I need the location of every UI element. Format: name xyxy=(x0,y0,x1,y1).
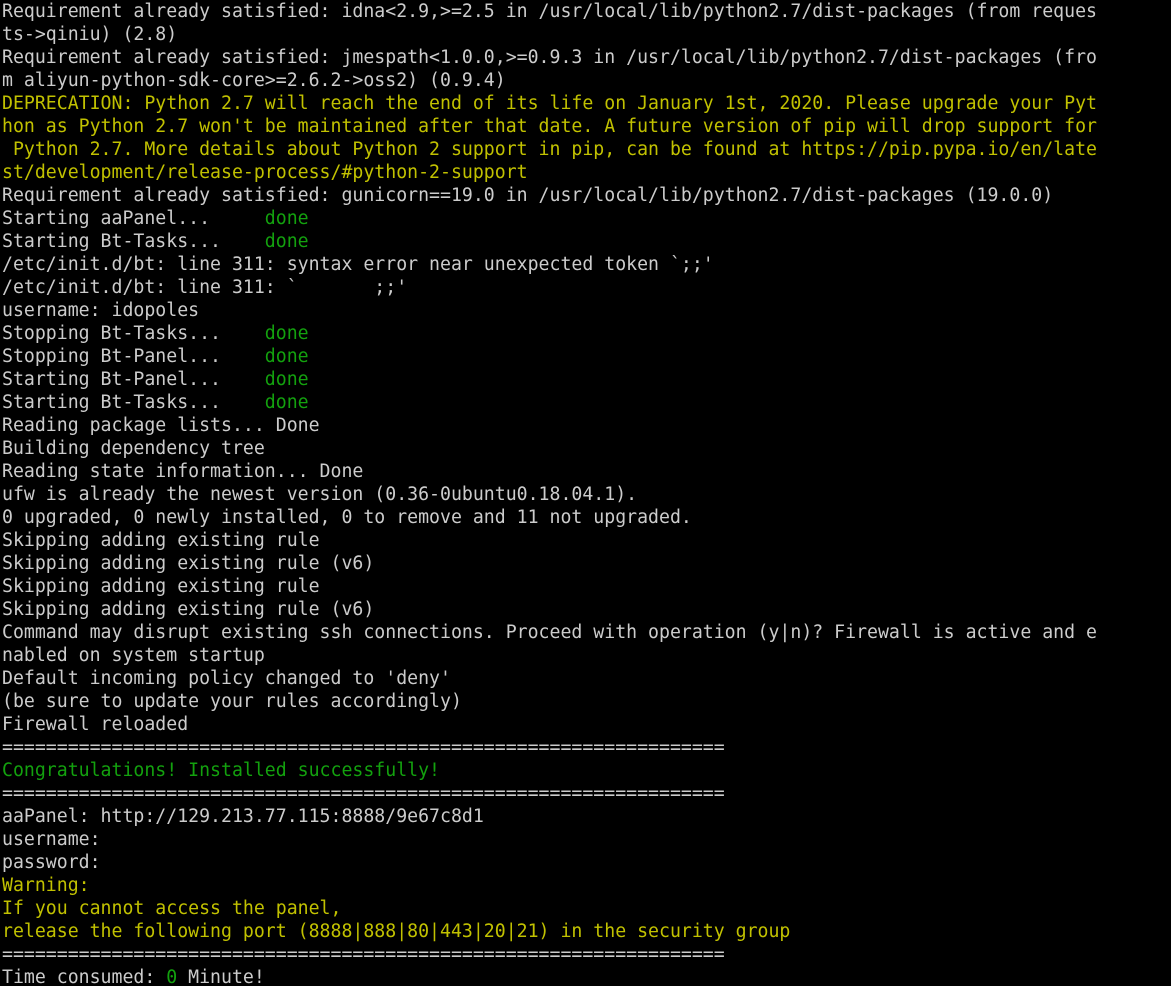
terminal-text: /etc/init.d/bt: line 311: ` ;;' xyxy=(2,277,408,298)
terminal-line: Starting Bt-Panel... done xyxy=(2,368,1171,391)
terminal-text: Congratulations! Installed successfully! xyxy=(2,760,440,781)
terminal-text: Minute! xyxy=(177,967,265,986)
terminal-line: password: xyxy=(2,851,1171,874)
terminal-text: ========================================… xyxy=(2,944,725,965)
terminal-text: release the following port (8888|888|80|… xyxy=(2,921,791,942)
terminal-line: DEPRECATION: Python 2.7 will reach the e… xyxy=(2,92,1171,115)
terminal-line: Requirement already satisfied: gunicorn=… xyxy=(2,184,1171,207)
terminal-line: /etc/init.d/bt: line 311: ` ;;' xyxy=(2,276,1171,299)
terminal-text: DEPRECATION: Python 2.7 will reach the e… xyxy=(2,93,1097,114)
terminal-text: Stopping Bt-Panel... xyxy=(2,346,265,367)
terminal-text: done xyxy=(264,208,309,229)
terminal-text: Requirement already satisfied: idna<2.9,… xyxy=(2,1,1097,22)
terminal-text: done xyxy=(264,231,309,252)
terminal-text: Skipping adding existing rule (v6) xyxy=(2,599,375,620)
terminal-line: hon as Python 2.7 won't be maintained af… xyxy=(2,115,1171,138)
terminal-line: st/development/release-process/#python-2… xyxy=(2,161,1171,184)
terminal-line: m aliyun-python-sdk-core>=2.6.2->oss2) (… xyxy=(2,69,1171,92)
terminal-line: (be sure to update your rules accordingl… xyxy=(2,690,1171,713)
terminal-line: Requirement already satisfied: jmespath<… xyxy=(2,46,1171,69)
terminal-line: ts->qiniu) (2.8) xyxy=(2,23,1171,46)
terminal-text: Starting aaPanel... xyxy=(2,208,265,229)
terminal-line: ========================================… xyxy=(2,736,1171,759)
terminal-text: done xyxy=(264,346,309,367)
terminal-text: ========================================… xyxy=(2,783,725,804)
terminal-text: Default incoming policy changed to 'deny… xyxy=(2,668,451,689)
terminal-line: Default incoming policy changed to 'deny… xyxy=(2,667,1171,690)
terminal-text: done xyxy=(264,392,309,413)
terminal-line: Stopping Bt-Panel... done xyxy=(2,345,1171,368)
terminal-text: Skipping adding existing rule xyxy=(2,530,320,551)
terminal-line: Building dependency tree xyxy=(2,437,1171,460)
terminal-line: Congratulations! Installed successfully! xyxy=(2,759,1171,782)
terminal-line: aaPanel: http://129.213.77.115:8888/9e67… xyxy=(2,805,1171,828)
terminal-text: Requirement already satisfied: jmespath<… xyxy=(2,47,1097,68)
terminal-text: st/development/release-process/#python-2… xyxy=(2,162,528,183)
terminal-text: done xyxy=(264,323,309,344)
terminal-text: Reading state information... Done xyxy=(2,461,364,482)
terminal-line: release the following port (8888|888|80|… xyxy=(2,920,1171,943)
terminal-line: Skipping adding existing rule (v6) xyxy=(2,598,1171,621)
terminal-text: m aliyun-python-sdk-core>=2.6.2->oss2) (… xyxy=(2,70,506,91)
terminal-line: Command may disrupt existing ssh connect… xyxy=(2,621,1171,644)
terminal-text: username: xyxy=(2,829,101,850)
terminal-text: (be sure to update your rules accordingl… xyxy=(2,691,462,712)
terminal-text: Building dependency tree xyxy=(2,438,265,459)
terminal-line: Firewall reloaded xyxy=(2,713,1171,736)
terminal-line: Starting Bt-Tasks... done xyxy=(2,391,1171,414)
terminal-line: Starting Bt-Tasks... done xyxy=(2,230,1171,253)
terminal-text: Stopping Bt-Tasks... xyxy=(2,323,265,344)
terminal-text: nabled on system startup xyxy=(2,645,265,666)
terminal-line: ========================================… xyxy=(2,782,1171,805)
terminal-line: Requirement already satisfied: idna<2.9,… xyxy=(2,0,1171,23)
terminal-line: Stopping Bt-Tasks... done xyxy=(2,322,1171,345)
terminal-text: 0 xyxy=(166,967,178,986)
terminal-text: Firewall reloaded xyxy=(2,714,189,735)
terminal-text: /etc/init.d/bt: line 311: syntax error n… xyxy=(2,254,714,275)
terminal-line: ========================================… xyxy=(2,943,1171,966)
terminal-line: username: xyxy=(2,828,1171,851)
terminal-text: Warning: xyxy=(2,875,90,896)
terminal-text: 0 upgraded, 0 newly installed, 0 to remo… xyxy=(2,507,692,528)
terminal-line: Skipping adding existing rule (v6) xyxy=(2,552,1171,575)
terminal-line: Reading state information... Done xyxy=(2,460,1171,483)
terminal-text: Command may disrupt existing ssh connect… xyxy=(2,622,1097,643)
terminal-text: hon as Python 2.7 won't be maintained af… xyxy=(2,116,1097,137)
terminal-text: password: xyxy=(2,852,101,873)
terminal-text: Reading package lists... Done xyxy=(2,415,320,436)
terminal-line: /etc/init.d/bt: line 311: syntax error n… xyxy=(2,253,1171,276)
terminal-line: nabled on system startup xyxy=(2,644,1171,667)
terminal-text: Starting Bt-Tasks... xyxy=(2,392,265,413)
terminal-text: ts->qiniu) (2.8) xyxy=(2,24,178,45)
terminal-line: If you cannot access the panel, xyxy=(2,897,1171,920)
terminal-text: ufw is already the newest version (0.36-… xyxy=(2,484,638,505)
terminal-line: Reading package lists... Done xyxy=(2,414,1171,437)
terminal-line: Skipping adding existing rule xyxy=(2,529,1171,552)
terminal-output[interactable]: Requirement already satisfied: idna<2.9,… xyxy=(0,0,1171,986)
terminal-line: Skipping adding existing rule xyxy=(2,575,1171,598)
terminal-text: Time consumed: xyxy=(2,967,167,986)
terminal-text: Skipping adding existing rule xyxy=(2,576,320,597)
terminal-text: Starting Bt-Tasks... xyxy=(2,231,265,252)
terminal-text: ========================================… xyxy=(2,737,725,758)
terminal-text: aaPanel: http://129.213.77.115:8888/9e67… xyxy=(2,806,484,827)
terminal-text: Skipping adding existing rule (v6) xyxy=(2,553,375,574)
terminal-line: 0 upgraded, 0 newly installed, 0 to remo… xyxy=(2,506,1171,529)
terminal-text: If you cannot access the panel, xyxy=(2,898,342,919)
terminal-line: ufw is already the newest version (0.36-… xyxy=(2,483,1171,506)
terminal-line: Warning: xyxy=(2,874,1171,897)
terminal-text: Requirement already satisfied: gunicorn=… xyxy=(2,185,1054,206)
terminal-text: Starting Bt-Panel... xyxy=(2,369,265,390)
terminal-line: Starting aaPanel... done xyxy=(2,207,1171,230)
terminal-line: Time consumed: 0 Minute! xyxy=(2,966,1171,986)
terminal-text: Python 2.7. More details about Python 2 … xyxy=(2,139,1097,160)
terminal-line: Python 2.7. More details about Python 2 … xyxy=(2,138,1171,161)
terminal-text: done xyxy=(264,369,309,390)
terminal-line: username: idopoles xyxy=(2,299,1171,322)
terminal-text: username: idopoles xyxy=(2,300,200,321)
